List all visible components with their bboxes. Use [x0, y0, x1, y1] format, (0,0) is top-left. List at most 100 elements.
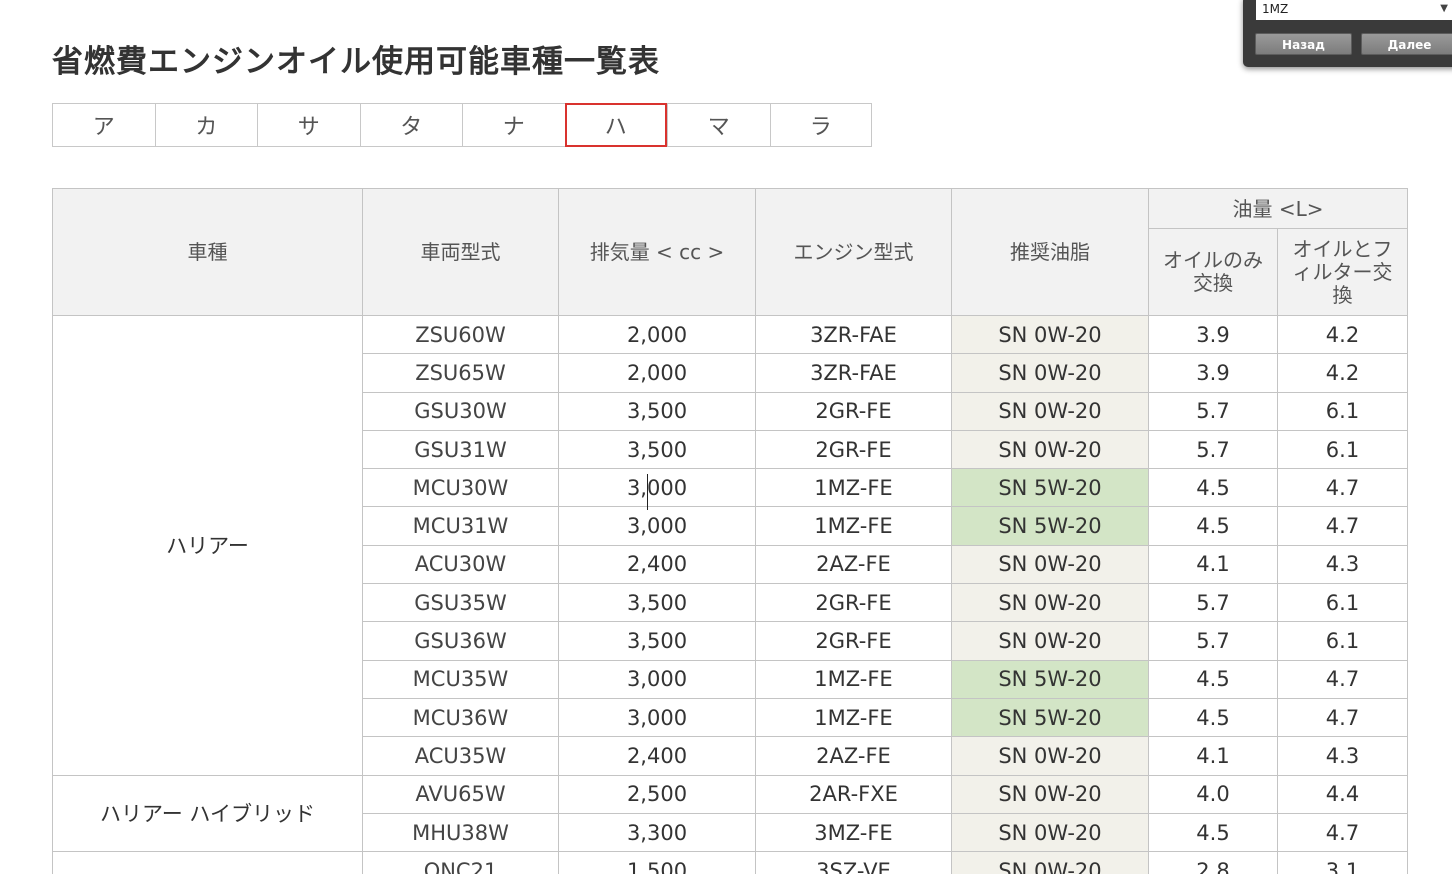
model-code-cell: GSU35W — [362, 583, 559, 623]
text-cursor — [647, 474, 648, 510]
displacement-cell: 3,500 — [558, 429, 756, 470]
oil-only-cell: 5.7 — [1148, 621, 1278, 661]
engine-cell: 3ZR-FAE — [755, 353, 952, 393]
oil-only-cell: 4.1 — [1148, 736, 1278, 776]
oil-grade-cell: SN 5W-20 — [951, 697, 1149, 738]
displacement-cell: 2,500 — [558, 774, 756, 814]
model-code-cell: GSU30W — [362, 391, 559, 431]
kana-tab[interactable]: マ — [667, 103, 770, 147]
oil-grade-cell: SN 0W-20 — [951, 736, 1149, 776]
oil-only-cell: 4.5 — [1148, 468, 1278, 508]
oil-filter-cell: 6.1 — [1276, 583, 1409, 623]
oil-grade-cell: SN 0W-20 — [951, 353, 1149, 393]
kana-tab[interactable]: タ — [359, 103, 462, 147]
displacement-cell: 1,500 — [558, 851, 756, 874]
page: 省燃費エンジンオイル使用可能車種一覧表 アカサタナハマラ 車種 車両型式 排気量… — [0, 0, 1452, 874]
header-displacement: 排気量 < cc > — [558, 188, 756, 316]
engine-cell: 2AR-FXE — [755, 774, 952, 814]
engine-cell: 2GR-FE — [755, 621, 952, 661]
model-code-cell: ZSU65W — [362, 353, 559, 393]
kana-tab[interactable]: ナ — [462, 103, 565, 147]
oil-filter-cell: 4.7 — [1276, 697, 1409, 738]
oil-grade-cell: SN 5W-20 — [951, 659, 1149, 699]
oil-grade-cell: SN 0W-20 — [951, 391, 1149, 431]
kana-tab[interactable]: カ — [154, 103, 257, 147]
page-title: 省燃費エンジンオイル使用可能車種一覧表 — [52, 44, 660, 80]
table-row: ハリアー ZSU60W 2,000 3ZR-FAE SN 0W-20 3.9 4.2 — [52, 314, 1409, 776]
model-code-cell: MCU36W — [362, 697, 559, 738]
engine-cell: 2AZ-FE — [755, 736, 952, 776]
oil-only-cell: 4.5 — [1148, 506, 1278, 546]
displacement-cell: 2,000 — [558, 314, 756, 355]
model-code-cell: AVU65W — [362, 774, 559, 814]
back-button[interactable]: Назад — [1255, 33, 1352, 55]
engine-cell: 2GR-FE — [755, 583, 952, 623]
oil-filter-cell: 4.2 — [1276, 314, 1409, 355]
oil-filter-cell: 4.7 — [1276, 468, 1409, 508]
oil-filter-cell: 4.4 — [1276, 774, 1409, 814]
displacement-cell: 3,500 — [558, 621, 756, 661]
displacement-cell: 2,400 — [558, 544, 756, 585]
engine-cell: 2GR-FE — [755, 429, 952, 470]
oil-filter-cell: 4.2 — [1276, 353, 1409, 393]
oil-filter-cell: 4.3 — [1276, 736, 1409, 776]
kana-tab[interactable]: ラ — [769, 103, 872, 147]
header-model-code: 車両型式 — [362, 188, 559, 316]
header-oil-filter: オイルとフィルター交換 — [1276, 228, 1409, 316]
oil-grade-cell: SN 0W-20 — [951, 429, 1149, 470]
oil-filter-cell: 4.7 — [1276, 506, 1409, 546]
kana-tab[interactable]: サ — [257, 103, 360, 147]
model-code-cell: GSU36W — [362, 621, 559, 661]
model-code-cell: MHU38W — [362, 812, 559, 853]
engine-cell: 3ZR-FAE — [755, 314, 952, 355]
header-oil: 推奨油脂 — [951, 188, 1149, 316]
displacement-cell: 3,000 — [558, 659, 756, 699]
table-body: ハリアー ZSU60W 2,000 3ZR-FAE SN 0W-20 3.9 4.2 ZSU6… — [52, 314, 1409, 874]
table-row: ハリアー ハイブリッド AVU65W 2,500 2AR-FXE SN 0W-20 4.0… — [52, 774, 1409, 853]
displacement-cell: 3,000 — [558, 697, 756, 738]
car-name-cell — [52, 851, 363, 874]
oil-table-container: 車種 車両型式 排気量 < cc > エンジン型式 推奨油脂 油量 <L> オイ… — [52, 188, 1409, 874]
table-row: QNC21 1,500 3SZ-VE SN 0W-20 2.8 3.1 — [52, 851, 1409, 874]
oil-filter-cell: 6.1 — [1276, 391, 1409, 431]
oil-compatibility-table: 車種 車両型式 排気量 < cc > エンジン型式 推奨油脂 油量 <L> オイ… — [52, 188, 1409, 874]
displacement-cell: 3,500 — [558, 583, 756, 623]
header-oil-only: オイルのみ交換 — [1148, 228, 1278, 316]
oil-filter-cell: 4.3 — [1276, 544, 1409, 585]
oil-only-cell: 2.8 — [1148, 851, 1278, 874]
search-select[interactable]: 1MZ ▼ — [1256, 0, 1452, 20]
search-select-value: 1MZ — [1262, 2, 1289, 16]
oil-grade-cell: SN 5W-20 — [951, 506, 1149, 546]
model-code-cell: MCU31W — [362, 506, 559, 546]
model-code-cell: MCU30W — [362, 468, 559, 508]
engine-cell: 1MZ-FE — [755, 506, 952, 546]
displacement-cell: 2,000 — [558, 353, 756, 393]
model-code-cell: ACU35W — [362, 736, 559, 776]
oil-grade-cell: SN 0W-20 — [951, 812, 1149, 853]
oil-filter-cell: 4.7 — [1276, 659, 1409, 699]
kana-tab[interactable]: ア — [52, 103, 155, 147]
model-code-cell: QNC21 — [362, 851, 559, 874]
oil-only-cell: 4.0 — [1148, 774, 1278, 814]
find-nav-popup: 1MZ ▼ Назад Далее — [1243, 0, 1452, 67]
oil-grade-cell: SN 5W-20 — [951, 468, 1149, 508]
oil-filter-cell: 4.7 — [1276, 812, 1409, 853]
oil-only-cell: 3.9 — [1148, 314, 1278, 355]
oil-only-cell: 4.5 — [1148, 812, 1278, 853]
oil-grade-cell: SN 0W-20 — [951, 583, 1149, 623]
model-code-cell: ZSU60W — [362, 314, 559, 355]
engine-cell: 3MZ-FE — [755, 812, 952, 853]
oil-filter-cell: 6.1 — [1276, 429, 1409, 470]
kana-tab[interactable]: ハ — [564, 103, 667, 147]
engine-cell: 1MZ-FE — [755, 659, 952, 699]
displacement-cell: 3,300 — [558, 812, 756, 853]
oil-filter-cell: 3.1 — [1276, 851, 1409, 874]
displacement-cell: 3,000 — [558, 506, 756, 546]
oil-only-cell: 5.7 — [1148, 429, 1278, 470]
oil-grade-cell: SN 0W-20 — [951, 774, 1149, 814]
oil-only-cell: 4.5 — [1148, 659, 1278, 699]
oil-only-cell: 5.7 — [1148, 391, 1278, 431]
displacement-cell: 3,500 — [558, 391, 756, 431]
oil-grade-cell: SN 0W-20 — [951, 314, 1149, 355]
next-button[interactable]: Далее — [1361, 33, 1452, 55]
